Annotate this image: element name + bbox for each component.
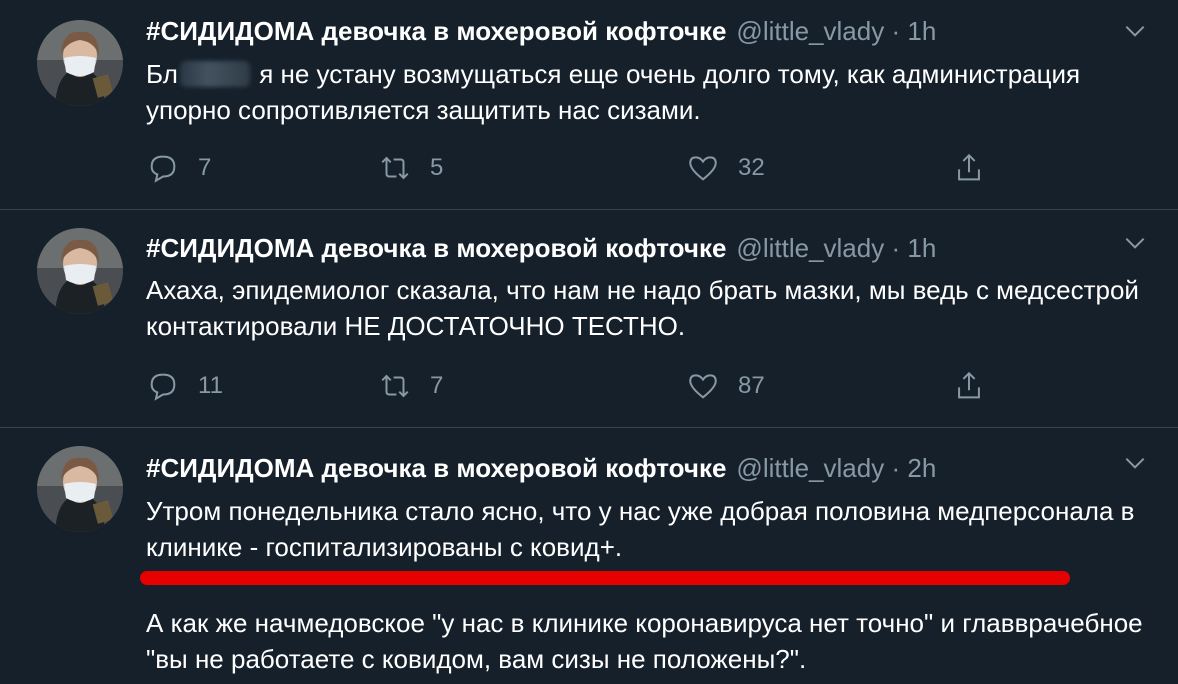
reply-button[interactable]: 7 <box>146 148 211 188</box>
red-underline-annotation <box>140 571 1070 585</box>
chevron-down-icon[interactable] <box>1122 230 1148 256</box>
avatar-image <box>37 446 123 532</box>
avatar[interactable] <box>37 446 123 532</box>
separator-dot: · <box>891 233 901 263</box>
tweet[interactable]: #СИДИДОМА девочка в мохеровой кофточке @l… <box>0 0 1178 210</box>
retweet-arrows-icon <box>381 374 409 398</box>
retweet-button[interactable]: 5 <box>378 148 443 188</box>
tweet-actions: 7 5 32 <box>140 148 1000 188</box>
speech-bubble-icon <box>150 373 176 401</box>
like-button[interactable]: 87 <box>686 366 765 406</box>
chevron-down-icon[interactable] <box>1122 450 1148 476</box>
author-name[interactable]: #СИДИДОМА девочка в мохеровой кофточке <box>146 453 726 483</box>
tweet[interactable]: #СИДИДОМА девочка в мохеровой кофточке @l… <box>0 210 1178 428</box>
heart-outline-icon <box>689 374 717 399</box>
redacted-word <box>179 61 250 87</box>
tweet-header: #СИДИДОМА девочка в мохеровой кофточке @l… <box>146 14 936 48</box>
retweet-arrows-icon <box>381 156 409 180</box>
chevron-down-icon[interactable] <box>1122 18 1148 44</box>
tweet-text-rest: я не устану возмущаться еще очень долго … <box>146 59 1081 125</box>
separator-dot: · <box>891 453 901 483</box>
tweet-text-start: Бл <box>146 59 178 89</box>
avatar-image <box>37 228 123 314</box>
share-upload-icon <box>958 153 980 181</box>
retweet-count: 7 <box>430 372 444 399</box>
tweet-feed: #СИДИДОМА девочка в мохеровой кофточке @l… <box>0 0 1178 684</box>
retweet-count: 5 <box>430 154 444 181</box>
tweet-time[interactable]: 2h <box>907 453 936 483</box>
tweet-text-second-paragraph: А как же начмедовское "у нас в клинике к… <box>146 608 1143 674</box>
author-handle[interactable]: @little_vlady <box>736 16 884 46</box>
like-count: 32 <box>738 154 765 181</box>
tweet-time[interactable]: 1h <box>907 16 936 46</box>
like-count: 87 <box>738 372 765 399</box>
share-button[interactable] <box>952 366 986 406</box>
tweet-time[interactable]: 1h <box>907 233 936 263</box>
author-name[interactable]: #СИДИДОМА девочка в мохеровой кофточке <box>146 16 726 46</box>
author-handle[interactable]: @little_vlady <box>736 233 884 263</box>
avatar-image <box>37 20 123 106</box>
heart-outline-icon <box>689 156 717 181</box>
reply-button[interactable]: 11 <box>146 366 223 406</box>
tweet-text: Бл я не устану возмущаться еще очень дол… <box>146 56 1158 128</box>
separator-dot: · <box>891 16 901 46</box>
tweet-header: #СИДИДОМА девочка в мохеровой кофточке @l… <box>146 231 936 265</box>
speech-bubble-icon <box>150 155 176 183</box>
retweet-button[interactable]: 7 <box>378 366 443 406</box>
tweet-text: Ахаха, эпидемиолог сказала, что нам не н… <box>146 275 1139 341</box>
avatar[interactable] <box>37 20 123 106</box>
share-upload-icon <box>958 371 980 399</box>
avatar[interactable] <box>37 228 123 314</box>
reply-count: 7 <box>198 154 212 181</box>
reply-count: 11 <box>198 372 223 399</box>
tweet-text: Утром понедельника стало ясно, что у нас… <box>146 496 1135 562</box>
like-button[interactable]: 32 <box>686 148 765 188</box>
author-name[interactable]: #СИДИДОМА девочка в мохеровой кофточке <box>146 233 726 263</box>
tweet-header: #СИДИДОМА девочка в мохеровой кофточке @l… <box>146 451 936 485</box>
author-handle[interactable]: @little_vlady <box>736 453 884 483</box>
tweet-actions: 11 7 87 <box>140 366 1000 406</box>
share-button[interactable] <box>952 148 986 188</box>
tweet[interactable]: #СИДИДОМА девочка в мохеровой кофточке @l… <box>0 428 1178 684</box>
